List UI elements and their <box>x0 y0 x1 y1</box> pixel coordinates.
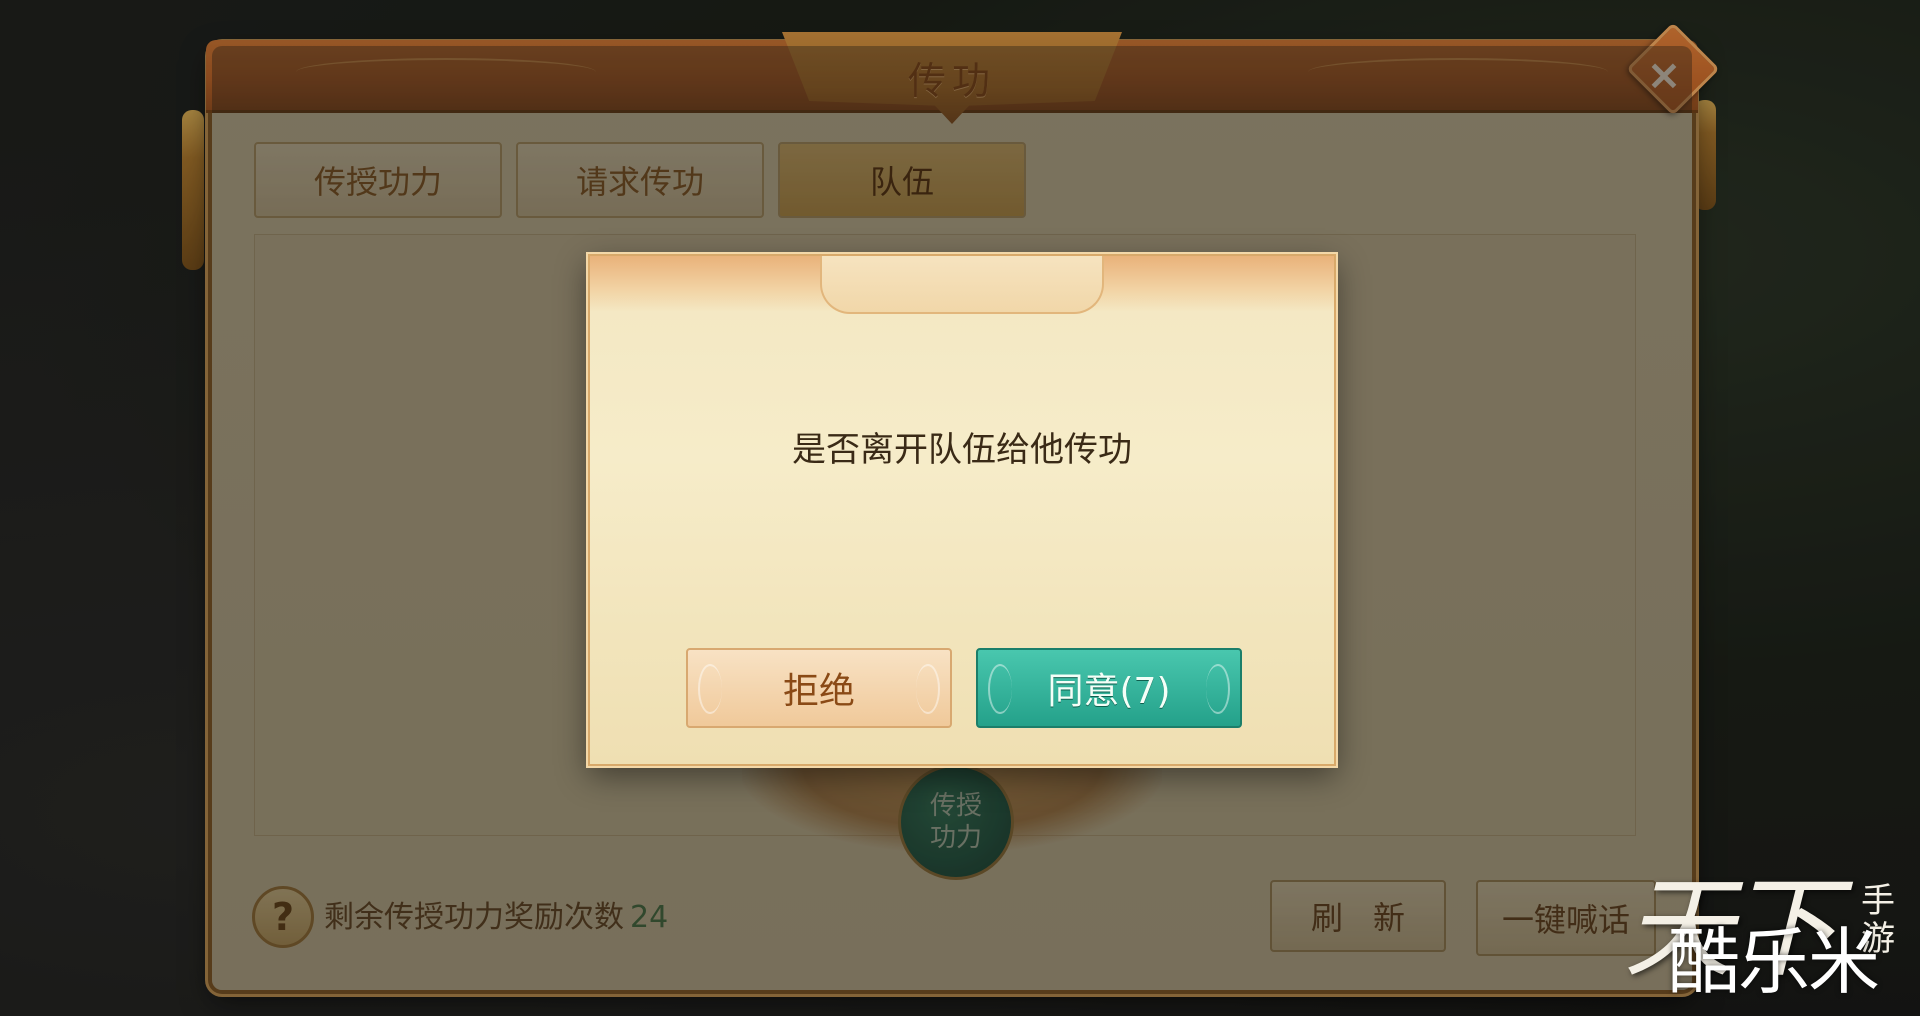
confirm-dialog: 是否离开队伍给他传功 拒绝 同意(7) <box>588 254 1336 766</box>
dialog-header-tab <box>820 256 1104 314</box>
agree-button[interactable]: 同意(7) <box>976 648 1242 728</box>
site-watermark: 酷乐米 <box>1668 920 1880 1004</box>
game-logo-watermark: 天下 手游 酷乐米 <box>1624 838 1904 1008</box>
refuse-button[interactable]: 拒绝 <box>686 648 952 728</box>
dialog-message: 是否离开队伍给他传功 <box>792 430 1132 470</box>
